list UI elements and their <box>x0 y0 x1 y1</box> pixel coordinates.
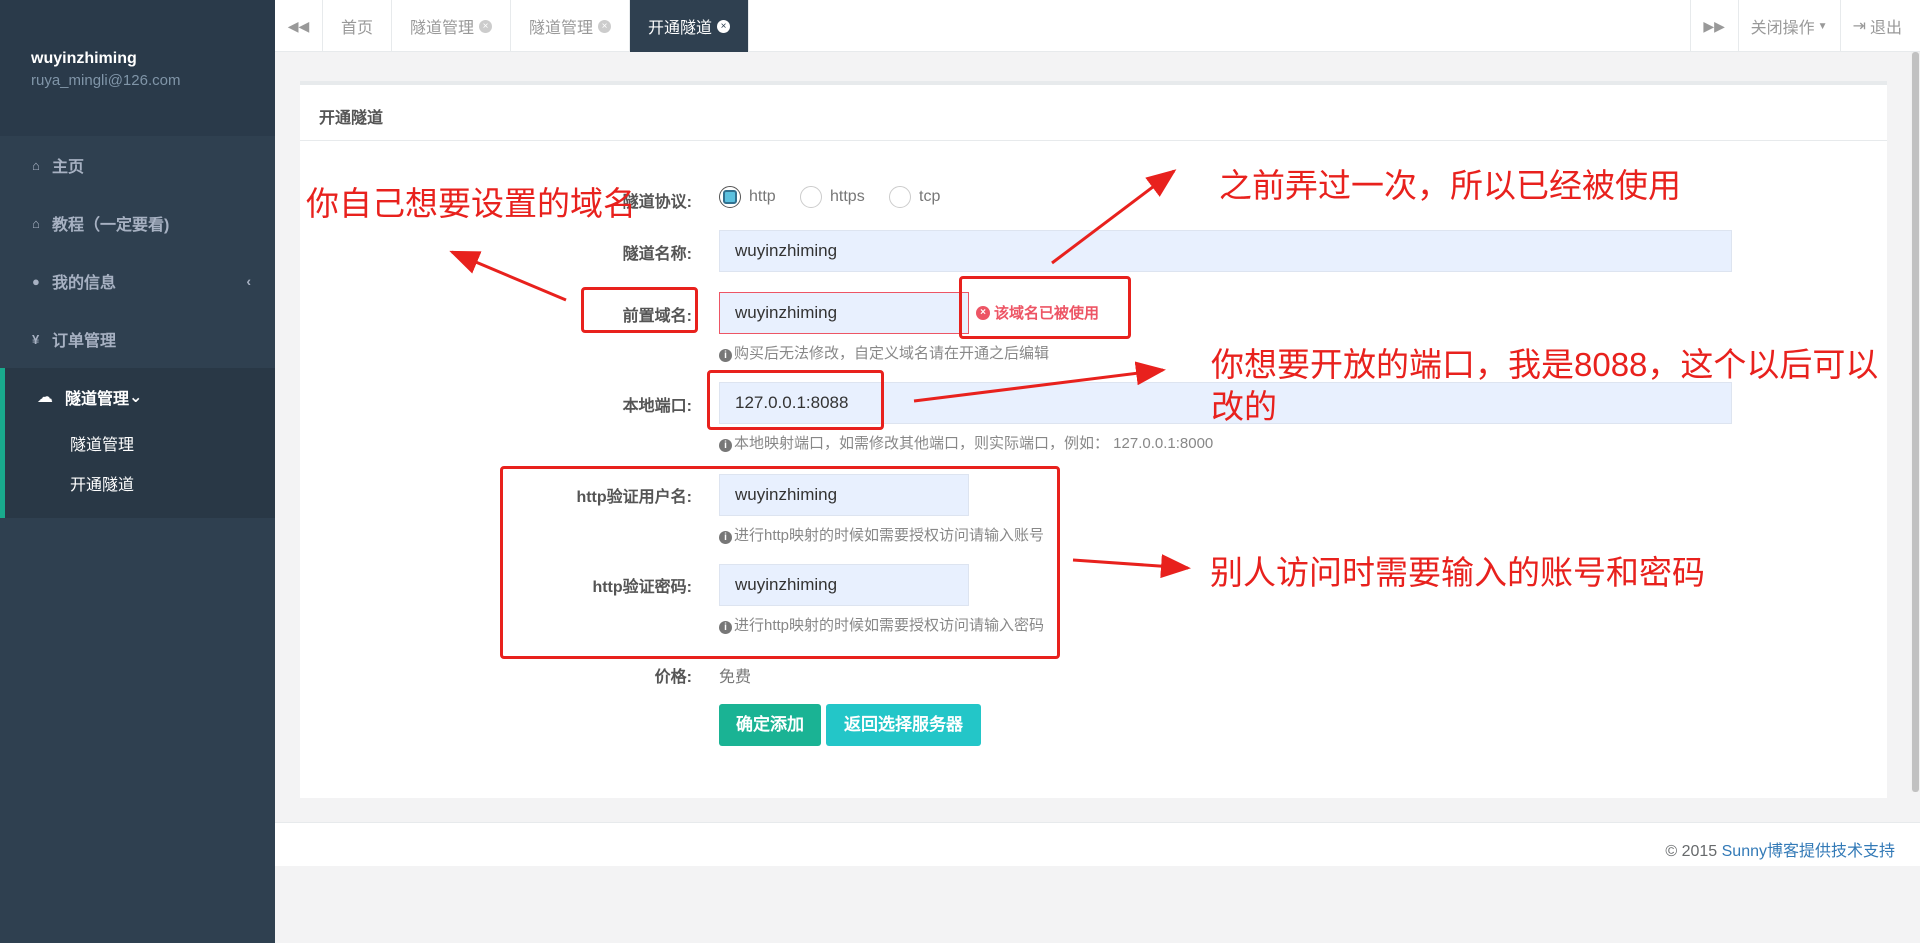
copyright: © 2015 <box>1665 843 1722 860</box>
footer: © 2015 Sunny博客提供技术支持 <box>275 822 1920 866</box>
annotation-auth-note: 别人访问时需要输入的账号和密码 <box>1210 554 1705 591</box>
annotation-port-note-line1: 你想要开放的端口，我是8088，这个以后可以 <box>1211 346 1879 383</box>
footer-link[interactable]: Sunny博客提供技术支持 <box>1722 843 1895 860</box>
annotation-used-note: 之前弄过一次，所以已经被使用 <box>1219 167 1681 204</box>
annotation-arrows <box>449 169 1191 579</box>
annotation-port-note-line2: 改的 <box>1211 388 1277 425</box>
annotation-domain-note: 你自己想要设置的域名 <box>306 185 636 222</box>
footer-text: © 2015 Sunny博客提供技术支持 <box>1665 837 1895 861</box>
page-bottom <box>275 866 1920 943</box>
